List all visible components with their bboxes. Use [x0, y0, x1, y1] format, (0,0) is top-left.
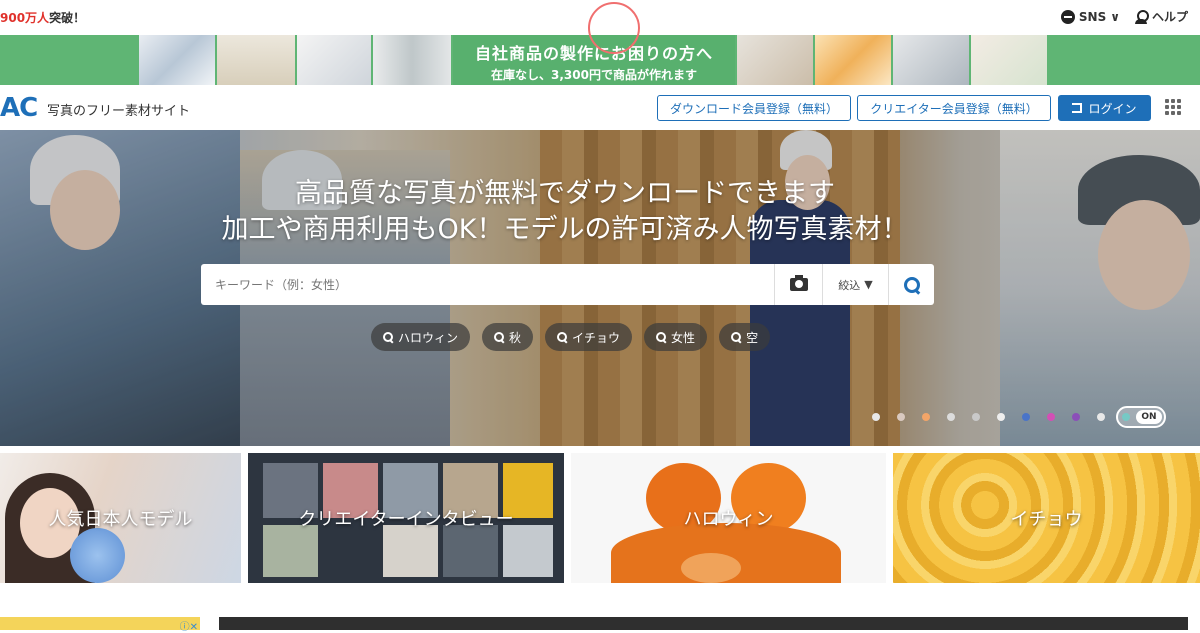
content-section-header	[219, 617, 1188, 630]
slide-dot[interactable]	[972, 413, 980, 421]
ad-photo	[139, 35, 215, 85]
slide-dot[interactable]	[1047, 413, 1055, 421]
cursor-indicator	[588, 2, 640, 54]
slide-dot[interactable]	[897, 413, 905, 421]
login-button[interactable]: ログイン	[1058, 95, 1151, 121]
search-input[interactable]	[201, 264, 774, 305]
chat-bubble-icon	[1060, 9, 1075, 24]
camera-icon	[789, 275, 808, 291]
tag-label: イチョウ	[572, 330, 621, 345]
ad-photo	[893, 35, 969, 85]
help-link[interactable]: ヘルプ	[1134, 8, 1188, 25]
tag-sky[interactable]: 空	[719, 323, 771, 351]
filter-dropdown[interactable]: 絞込 ▼	[822, 264, 888, 305]
tag-label: 空	[746, 330, 759, 345]
slide-dot[interactable]	[872, 413, 880, 421]
chevron-down-icon: ∨	[1110, 9, 1120, 24]
toggle-label: ON	[1136, 410, 1162, 424]
login-icon	[1072, 103, 1083, 113]
apps-grid-icon[interactable]	[1165, 99, 1181, 115]
popular-tags: ハロウィン 秋 イチョウ 女性 空	[371, 323, 771, 351]
image-search-button[interactable]	[774, 264, 822, 305]
category-card-ginkgo[interactable]: イチョウ	[893, 453, 1200, 583]
slide-dot[interactable]	[1072, 413, 1080, 421]
ad-photo	[297, 35, 371, 85]
slide-dot[interactable]	[1022, 413, 1030, 421]
ad-photo	[373, 35, 451, 85]
tag-label: 秋	[509, 330, 522, 345]
tag-ginkgo[interactable]: イチョウ	[545, 323, 633, 351]
slide-dot[interactable]	[922, 413, 930, 421]
caret-down-icon: ▼	[864, 278, 873, 291]
slide-dot[interactable]	[1097, 413, 1105, 421]
member-count-announcement: 900万人突破！	[0, 9, 85, 26]
site-tagline: 写真のフリー素材サイト	[47, 104, 191, 119]
ad-line2: 在庫なし、3,300円で商品が作れます	[491, 68, 697, 82]
search-icon	[731, 332, 742, 342]
search-button[interactable]	[888, 264, 934, 305]
help-label: ヘルプ	[1151, 10, 1188, 24]
site-header: AC 写真のフリー素材サイト ダウンロード会員登録（無料） クリエイター会員登録…	[0, 85, 1200, 130]
search-icon	[656, 332, 667, 342]
search-bar: 絞込 ▼	[201, 264, 934, 305]
ad-close-icon[interactable]: ⓘ✕	[180, 618, 198, 633]
site-logo[interactable]: AC	[0, 93, 38, 123]
category-card-creator-interview[interactable]: クリエイターインタビュー	[248, 453, 564, 583]
sns-label: SNS	[1078, 9, 1107, 24]
ad-photo	[815, 35, 891, 85]
category-card-popular-models[interactable]: 人気日本人モデル	[0, 453, 241, 583]
ad-photo	[737, 35, 813, 85]
login-label: ログイン	[1088, 101, 1137, 116]
tag-label: ハロウィン	[398, 330, 459, 345]
card-label: ハロウィン	[683, 509, 774, 530]
tag-label: 女性	[671, 330, 696, 345]
card-label: イチョウ	[1010, 509, 1083, 530]
ad-photo	[971, 35, 1047, 85]
member-count: 900万人	[0, 11, 50, 25]
tag-halloween[interactable]: ハロウィン	[371, 323, 471, 351]
filter-label: 絞込	[838, 278, 861, 292]
category-card-halloween[interactable]: ハロウィン	[571, 453, 886, 583]
slide-dot[interactable]	[997, 413, 1005, 421]
download-register-button[interactable]: ダウンロード会員登録（無料）	[657, 95, 851, 121]
member-count-suffix: 突破！	[49, 11, 86, 25]
creator-register-button[interactable]: クリエイター会員登録（無料）	[857, 95, 1051, 121]
sns-menu[interactable]: SNS ∨	[1060, 9, 1120, 24]
hero-headline-line2: 加工や商用利用もOK！モデルの許可済み人物写真素材！	[221, 214, 909, 245]
tag-woman[interactable]: 女性	[644, 323, 708, 351]
card-label: クリエイターインタビュー	[298, 509, 514, 530]
search-icon	[903, 276, 920, 293]
card-label: 人気日本人モデル	[48, 509, 193, 530]
tag-autumn[interactable]: 秋	[482, 323, 534, 351]
slide-color-dots	[872, 413, 1130, 421]
hero-headline-line1: 高品質な写真が無料でダウンロードできます	[295, 178, 835, 209]
bottom-ad[interactable]: ⓘ✕	[0, 617, 200, 633]
user-icon	[1134, 9, 1149, 24]
hero-banner: 高品質な写真が無料でダウンロードできます 加工や商用利用もOK！モデルの許可済み…	[0, 130, 1200, 446]
ad-photo	[217, 35, 295, 85]
search-icon	[383, 332, 393, 342]
search-icon	[494, 332, 505, 342]
slide-dot[interactable]	[947, 413, 955, 421]
slideshow-toggle[interactable]: ON	[1116, 406, 1166, 428]
hero-headline: 高品質な写真が無料でダウンロードできます 加工や商用利用もOK！モデルの許可済み…	[0, 176, 1130, 248]
search-icon	[557, 332, 568, 342]
